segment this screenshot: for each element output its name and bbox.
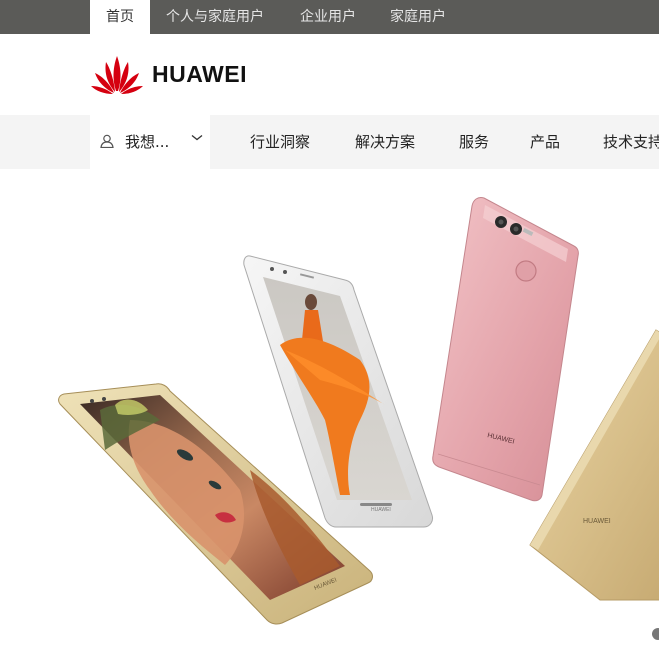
nav-products[interactable]: 产品: [530, 115, 560, 169]
nav-tech-support[interactable]: 技术支持: [603, 115, 659, 169]
main-nav: 我想... 行业洞察 解决方案 服务 产品 技术支持: [0, 115, 659, 169]
top-tab-bar: 首页 个人与家庭用户 企业用户 家庭用户: [0, 0, 659, 34]
huawei-logo[interactable]: HUAWEI: [90, 53, 247, 95]
hero-banner[interactable]: HUAWEI HUAWEI HUAWEI HUAWEI: [0, 169, 659, 659]
tab-home-users[interactable]: 家庭用户: [390, 0, 446, 34]
phone-pink-back: HUAWEI: [432, 197, 579, 502]
nav-solutions[interactable]: 解决方案: [355, 115, 415, 169]
nav-industry-insights[interactable]: 行业洞察: [250, 115, 310, 169]
carousel-dot[interactable]: [652, 628, 659, 640]
tab-personal-family[interactable]: 个人与家庭用户: [166, 0, 264, 34]
nav-services[interactable]: 服务: [459, 115, 489, 169]
tab-enterprise[interactable]: 企业用户: [300, 0, 356, 34]
tab-home[interactable]: 首页: [90, 0, 150, 34]
logo-row: HUAWEI: [0, 34, 659, 115]
phone2-brand: HUAWEI: [371, 507, 391, 513]
user-icon: [100, 134, 114, 148]
i-want-dropdown[interactable]: 我想...: [90, 115, 210, 169]
i-want-label: 我想...: [125, 133, 170, 151]
chevron-down-icon: [191, 134, 203, 141]
hero-phones-image: HUAWEI HUAWEI HUAWEI HUAWEI: [58, 197, 659, 625]
logo-text: HUAWEI: [152, 60, 247, 87]
huawei-petal-logo-icon: [91, 56, 143, 94]
phone4-brand: HUAWEI: [583, 518, 611, 525]
